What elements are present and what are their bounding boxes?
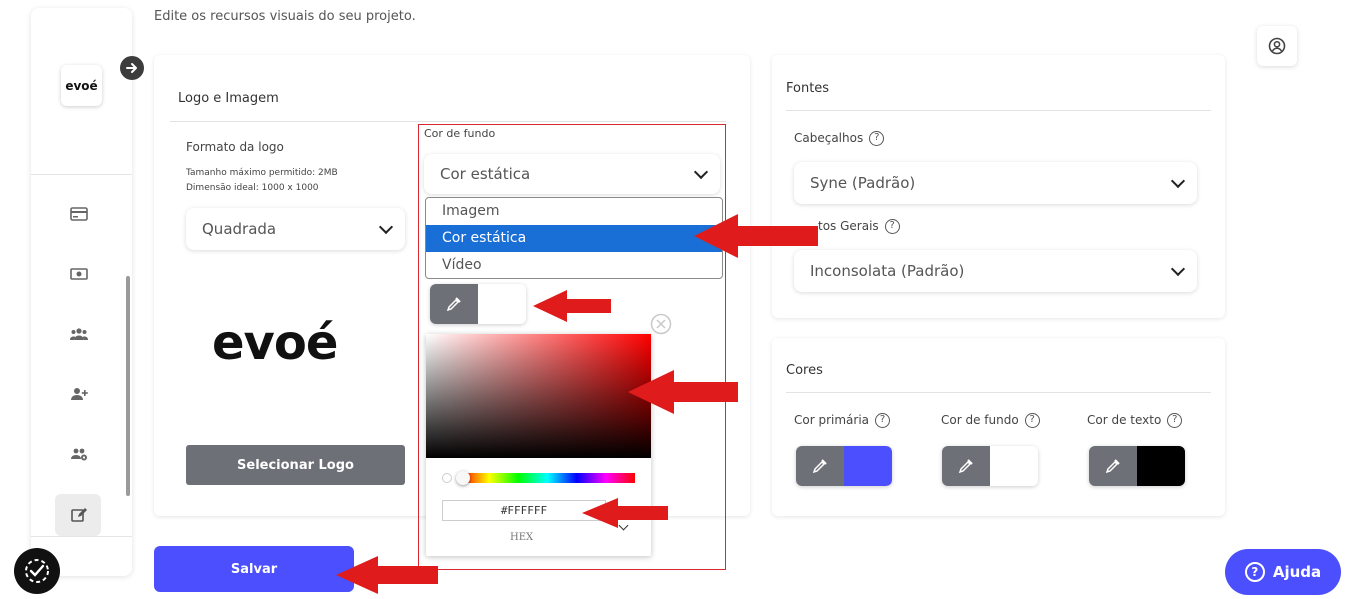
save-button[interactable]: Salvar (154, 546, 354, 592)
accessibility-badge[interactable] (14, 548, 60, 594)
text-color-preview (1137, 446, 1185, 486)
background-type-dropdown: Imagem Cor estática Vídeo (425, 197, 723, 279)
profile-button[interactable] (1257, 26, 1297, 66)
help-icon[interactable]: ? (884, 219, 900, 234)
eyedropper-button[interactable] (942, 446, 990, 486)
background-type-value: Cor estática (440, 165, 531, 183)
annotation-arrow (582, 498, 670, 528)
eyedropper-button[interactable] (1089, 446, 1137, 486)
background-color-preview (478, 284, 526, 324)
general-font-select[interactable]: Inconsolata (Padrão) (794, 250, 1197, 292)
eyedropper-button[interactable] (430, 284, 478, 324)
text-color-swatch[interactable] (1089, 446, 1185, 486)
help-icon[interactable]: ? (1024, 413, 1040, 428)
general-font-label: tos Gerais? (818, 219, 900, 234)
question-circle-icon: ? (1244, 562, 1265, 582)
background-color-swatch[interactable] (430, 284, 526, 324)
card-icon[interactable] (69, 206, 89, 222)
chevron-down-icon (1170, 173, 1186, 189)
headers-font-value: Syne (Padrão) (810, 174, 916, 192)
option-label: Imagem (442, 203, 500, 219)
fonts-panel-title: Fontes (786, 81, 830, 96)
general-font-value: Inconsolata (Padrão) (810, 262, 965, 280)
bg-color-preview (990, 446, 1038, 486)
arrow-right-icon (126, 63, 137, 73)
help-button[interactable]: ? Ajuda (1225, 549, 1341, 595)
help-label: Ajuda (1272, 563, 1322, 581)
sidebar: evoé (31, 8, 132, 576)
headers-font-text: Cabeçalhos (794, 131, 864, 145)
primary-color-preview (844, 446, 892, 486)
annotation-arrow (533, 290, 613, 322)
logo-panel-divider (170, 121, 726, 122)
sidebar-divider (31, 174, 132, 175)
colors-panel-title: Cores (786, 363, 823, 378)
format-label: Formato da logo (186, 140, 284, 154)
dropdown-option-image[interactable]: Imagem (426, 198, 722, 225)
select-logo-button[interactable]: Selecionar Logo (186, 445, 405, 485)
background-type-select[interactable]: Cor estática (424, 154, 720, 194)
alpha-preview-dot (442, 473, 452, 483)
eyedropper-icon (1105, 459, 1120, 474)
option-label: Vídeo (442, 257, 482, 273)
page-subtitle: Edite os recursos visuais do seu projeto… (154, 9, 416, 24)
close-circle-icon (650, 313, 672, 335)
text-color-label: Cor de texto? (1087, 413, 1183, 428)
sidebar-scrollbar[interactable] (126, 276, 130, 496)
logo-format-value: Quadrada (202, 220, 277, 238)
primary-color-text: Cor primária (794, 413, 870, 427)
help-icon[interactable]: ? (875, 413, 891, 428)
colors-panel-divider (786, 392, 1211, 393)
eyedropper-button[interactable] (796, 446, 844, 486)
logo-panel-title: Logo e Imagem (178, 91, 279, 106)
annotation-arrow (628, 370, 740, 414)
money-icon[interactable] (69, 266, 89, 282)
chevron-down-icon (693, 164, 709, 180)
hex-mode-label: HEX (510, 532, 534, 543)
fonts-panel-divider (786, 110, 1211, 111)
close-picker-button[interactable] (650, 313, 672, 335)
user-circle-icon (1268, 37, 1286, 55)
logo-format-select[interactable]: Quadrada (186, 208, 405, 250)
chevron-down-icon (1170, 261, 1186, 277)
bg-color-swatch[interactable] (942, 446, 1038, 486)
headers-font-label: Cabeçalhos? (794, 131, 885, 146)
primary-color-swatch[interactable] (796, 446, 892, 486)
help-icon[interactable]: ? (1167, 413, 1183, 428)
chevron-down-icon (378, 219, 394, 235)
group-settings-icon[interactable] (69, 446, 89, 462)
sidebar-logo: evoé (61, 65, 102, 106)
dropdown-option-static[interactable]: Cor estática (426, 225, 722, 252)
max-size-text: Tamanho máximo permitido: 2MB (186, 168, 338, 178)
ideal-dim-text: Dimensão ideal: 1000 x 1000 (186, 183, 319, 193)
eyedropper-icon (958, 459, 973, 474)
sidebar-toggle-button[interactable] (120, 56, 144, 80)
background-label: Cor de fundo (424, 127, 496, 140)
users-icon[interactable] (69, 326, 89, 342)
help-icon[interactable]: ? (869, 131, 885, 146)
eyedropper-icon (446, 297, 461, 312)
headers-font-select[interactable]: Syne (Padrão) (794, 162, 1197, 204)
annotation-arrow (694, 214, 820, 258)
primary-color-label: Cor primária? (794, 413, 891, 428)
bg-color-text: Cor de fundo (941, 413, 1019, 427)
select-logo-label: Selecionar Logo (237, 457, 354, 473)
general-font-text: tos Gerais (818, 219, 879, 233)
text-color-text: Cor de texto (1087, 413, 1162, 427)
edit-icon[interactable] (69, 507, 89, 523)
bg-color-label: Cor de fundo? (941, 413, 1040, 428)
saturation-area[interactable] (426, 334, 651, 458)
check-badge-icon (25, 559, 49, 583)
logo-preview: evoé (212, 315, 338, 371)
sidebar-divider-bottom (31, 536, 132, 537)
dropdown-option-video[interactable]: Vídeo (426, 252, 722, 278)
hue-slider[interactable] (460, 473, 635, 483)
option-label: Cor estática (442, 230, 527, 246)
hue-handle[interactable] (456, 471, 470, 485)
user-add-icon[interactable] (69, 386, 89, 402)
save-label: Salvar (230, 561, 278, 577)
eyedropper-icon (812, 459, 827, 474)
annotation-arrow (336, 556, 440, 594)
